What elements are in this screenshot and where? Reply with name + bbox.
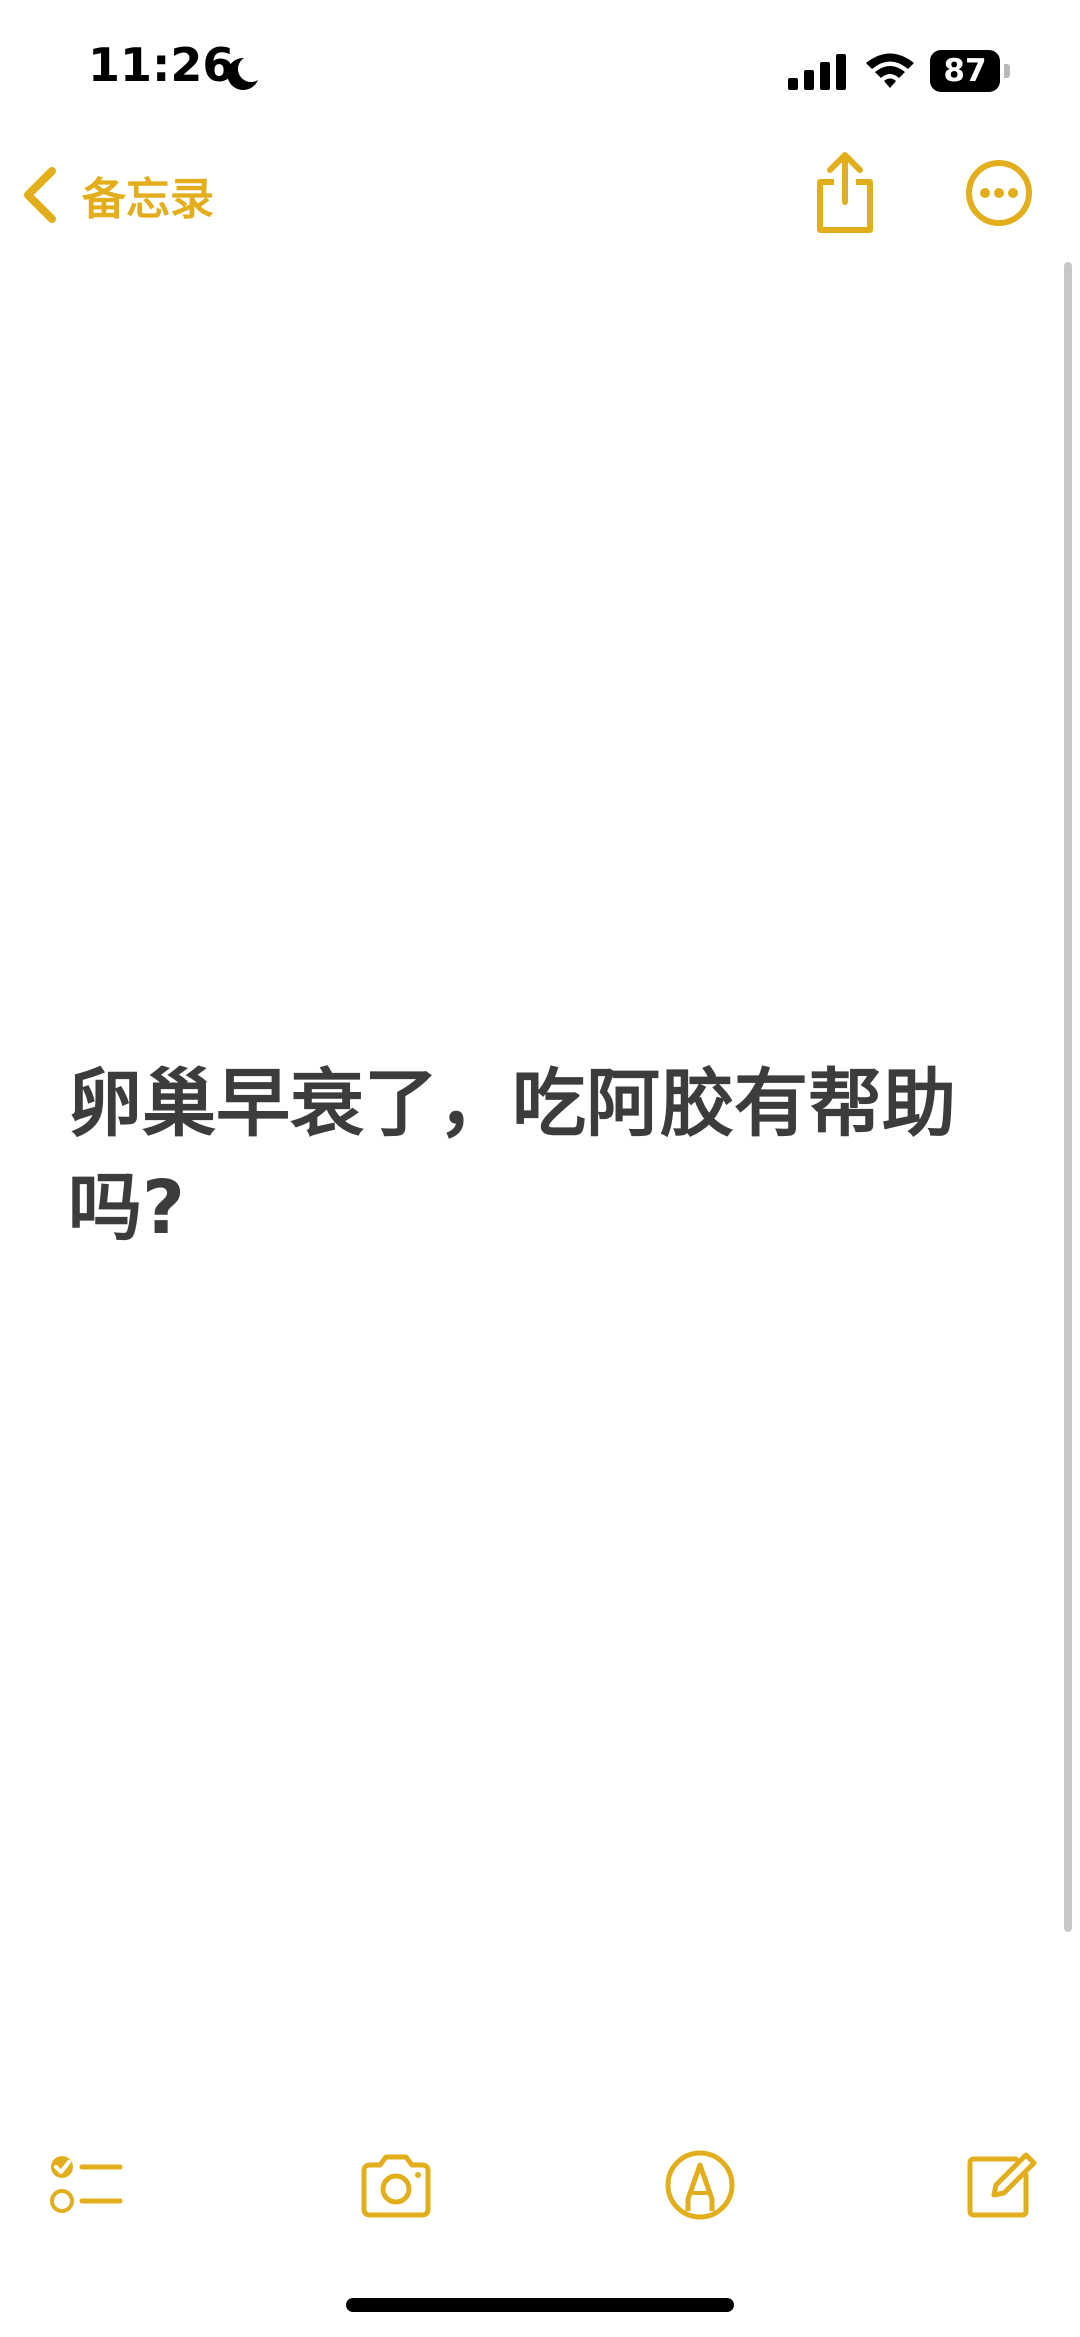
status-bar: 11:26 87 [0, 0, 1080, 140]
battery-body: 87 [930, 50, 1000, 92]
checklist-button[interactable] [46, 2145, 126, 2225]
share-icon[interactable] [810, 150, 880, 236]
cellular-signal-icon [788, 54, 846, 90]
markup-button[interactable] [660, 2145, 740, 2225]
bottom-toolbar [0, 2135, 1080, 2235]
note-text[interactable]: 卵巢早衰了，吃阿胶有帮助吗? [68, 1052, 968, 1260]
wifi-icon [866, 53, 914, 88]
ellipsis-circle-icon[interactable] [964, 158, 1034, 228]
camera-button[interactable] [356, 2145, 436, 2225]
home-indicator[interactable] [346, 2298, 734, 2312]
note-body[interactable]: 卵巢早衰了，吃阿胶有帮助吗? [68, 1052, 968, 1260]
battery-indicator: 87 [930, 50, 1010, 92]
moon-icon [227, 57, 258, 90]
notes-screen: 11:26 87 备忘录 卵巢早衰了，吃阿胶有帮助吗? [0, 0, 1080, 2337]
camera-icon [361, 2154, 431, 2218]
scrollbar[interactable] [1064, 262, 1072, 1932]
compose-icon [967, 2152, 1037, 2218]
battery-level: 87 [943, 53, 987, 89]
battery-cap [1004, 64, 1010, 78]
status-time: 11:26 [88, 38, 235, 92]
markup-pen-icon [665, 2150, 735, 2220]
back-button[interactable]: 备忘录 [20, 160, 214, 230]
nav-bar: 备忘录 [0, 140, 1080, 250]
chevron-left-icon [24, 167, 56, 223]
back-label: 备忘录 [82, 174, 214, 225]
checklist-icon [50, 2156, 123, 2213]
compose-button[interactable] [960, 2145, 1040, 2225]
